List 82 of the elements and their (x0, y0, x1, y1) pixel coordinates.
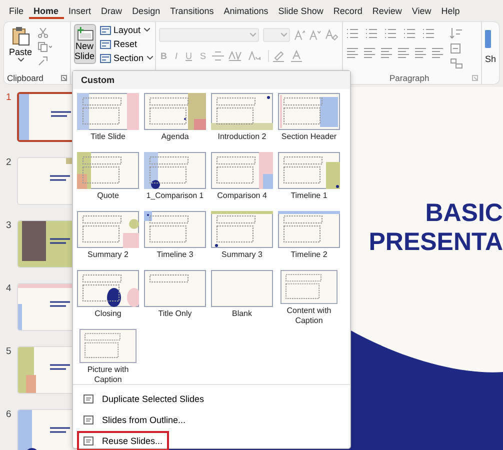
shapes-icon[interactable] (484, 30, 491, 48)
ribbon-button[interactable]: Sh (484, 54, 496, 64)
layout-thumbnail[interactable] (278, 211, 340, 248)
slide-title: PRESENTA (368, 228, 503, 257)
layout-thumbnail[interactable] (77, 152, 139, 189)
menu-item[interactable]: Slides from Outline... (77, 410, 192, 430)
menu-item[interactable]: Duplicate Selected Slides (77, 389, 210, 409)
layout-label: Timeline 1 (290, 191, 328, 200)
caret-icon (280, 33, 287, 37)
smartart-icon[interactable] (450, 58, 463, 69)
layout-thumbnail[interactable] (77, 93, 139, 130)
layout-thumbnail[interactable] (211, 93, 273, 130)
layout-thumbnail[interactable] (278, 270, 340, 304)
layout-thumbnail[interactable] (144, 211, 206, 248)
layout-thumbnail[interactable] (144, 270, 206, 307)
layout-label: Introduction 2 (218, 132, 266, 142)
ribbon-tab[interactable]: Insert (64, 3, 96, 19)
ribbon-tab[interactable]: Record (328, 3, 368, 19)
menu-item[interactable]: Reuse Slides... (77, 431, 169, 450)
ribbon-tab[interactable]: Slide Show (273, 3, 328, 19)
align-text-icon[interactable] (450, 43, 463, 54)
layout-label: Title Only (158, 309, 192, 318)
paste-button[interactable]: Paste (7, 24, 34, 71)
ribbon-tab[interactable]: Home (28, 3, 64, 19)
layout-label: Section Header (281, 132, 337, 142)
layout-label: Timeline 3 (156, 250, 194, 260)
dialog-launcher-icon[interactable] (60, 74, 67, 80)
layout-label: Summary 2 (88, 250, 128, 260)
layout-label: Comparison 4 (217, 191, 267, 200)
new-slide-icon (74, 27, 95, 41)
slide-number: 6 (6, 409, 12, 420)
clipboard-icon (12, 26, 30, 46)
copy-icon[interactable] (38, 42, 52, 52)
slide-number: 2 (6, 157, 12, 168)
menu-heading: Custom (73, 71, 350, 89)
bullets-icon[interactable] (346, 28, 361, 39)
layout-label: Blank (232, 309, 252, 318)
dialog-launcher-icon[interactable] (472, 74, 478, 80)
slide-number: 3 (6, 220, 12, 231)
slide-number: 5 (6, 346, 12, 357)
layout-thumbnail[interactable] (211, 211, 273, 248)
layout-label: Closing (94, 309, 122, 318)
slide-number: 1 (6, 92, 12, 103)
sort-icon[interactable] (450, 28, 463, 39)
ribbon-button[interactable]: Section (98, 52, 154, 64)
layout-thumbnail[interactable] (77, 211, 139, 248)
layout-thumbnail[interactable] (144, 152, 206, 189)
layout-thumbnail[interactable] (211, 152, 273, 189)
caret-icon (18, 58, 24, 62)
layout-thumbnail[interactable] (144, 93, 206, 130)
layout-thumbnail[interactable] (278, 152, 340, 189)
new-slide-button[interactable]: New Slide (74, 24, 96, 64)
ribbon-button[interactable]: Reset (98, 38, 154, 50)
slide-number: 4 (6, 283, 12, 294)
layout-thumbnail[interactable] (77, 329, 139, 363)
group-label: Clipboard (7, 72, 44, 82)
layout-thumbnail[interactable] (278, 93, 340, 130)
ribbon-tab[interactable]: View (406, 3, 436, 19)
layout-thumbnail[interactable] (211, 270, 273, 307)
layout-label: Title Slide (90, 132, 126, 142)
layout-label: Picture with Caption (86, 365, 130, 384)
ribbon-tab[interactable]: Help (436, 3, 465, 19)
layout-label: Agenda (161, 132, 189, 142)
caret-icon (146, 56, 153, 60)
scissors-icon[interactable] (38, 28, 48, 38)
caret-icon (144, 28, 150, 32)
ribbon-tab[interactable]: Animations (218, 3, 274, 19)
layout-thumbnail[interactable] (77, 270, 139, 307)
slide-title: BASIC (425, 199, 503, 228)
layout-label: Quote (97, 191, 119, 200)
ribbon-tab[interactable]: Design (127, 3, 166, 19)
align-left-icon[interactable] (346, 47, 359, 58)
ribbon-button[interactable]: Layout (98, 24, 154, 36)
ribbon-tab[interactable]: Draw (96, 3, 128, 19)
caret-icon (250, 33, 256, 37)
ribbon-tab[interactable]: Transitions (165, 3, 219, 19)
ribbon-tab[interactable]: File (4, 3, 29, 19)
ribbon-tab[interactable]: Review (367, 3, 407, 19)
layout-label: Timeline 2 (290, 250, 328, 260)
layout-label: Summary 3 (222, 250, 262, 260)
layout-label: Content with Caption (286, 306, 332, 325)
group-label: Paragraph (390, 72, 430, 82)
